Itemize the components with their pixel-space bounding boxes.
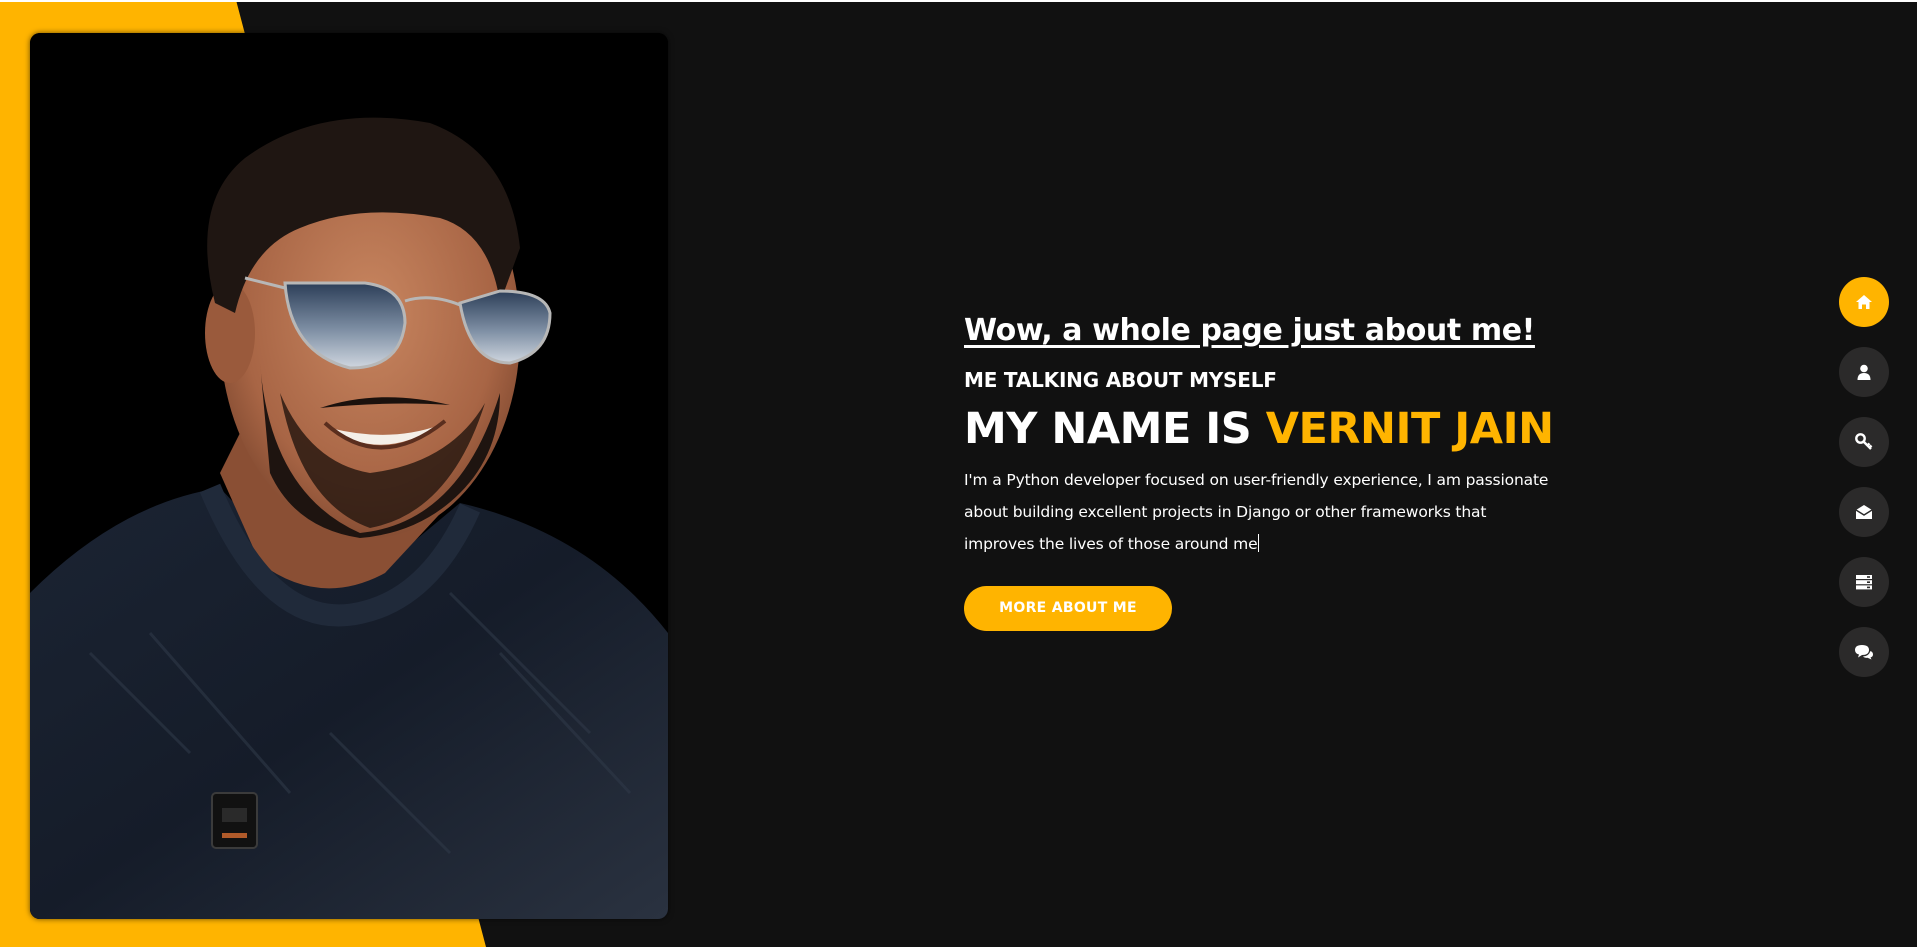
- hero-content: Wow, a whole page just about me! ME TALK…: [964, 310, 1564, 631]
- key-icon: [1855, 433, 1873, 450]
- name-heading: MY NAME IS VERNIT JAIN: [964, 400, 1564, 458]
- name-prefix: MY NAME IS: [964, 404, 1266, 454]
- nav-item-projects[interactable]: [1839, 557, 1889, 607]
- home-icon: [1856, 295, 1872, 309]
- portrait-illustration: [30, 33, 668, 919]
- server-icon: [1856, 575, 1872, 590]
- more-about-me-button[interactable]: MORE ABOUT ME: [964, 586, 1172, 631]
- side-nav: [1839, 277, 1889, 697]
- nav-item-contact[interactable]: [1839, 487, 1889, 537]
- name-highlight: VERNIT JAIN: [1265, 404, 1554, 454]
- profile-photo: [30, 33, 668, 919]
- nav-item-skills[interactable]: [1839, 417, 1889, 467]
- top-border-line: [0, 0, 1917, 2]
- page: Wow, a whole page just about me! ME TALK…: [0, 0, 1917, 947]
- nav-item-blog[interactable]: [1839, 627, 1889, 677]
- hero-subtitle: ME TALKING ABOUT MYSELF: [964, 368, 1277, 392]
- user-icon: [1857, 364, 1871, 380]
- text-caret: [1258, 534, 1260, 552]
- comments-icon: [1855, 645, 1873, 660]
- nav-item-about[interactable]: [1839, 347, 1889, 397]
- hero-tagline: Wow, a whole page just about me!: [964, 313, 1535, 348]
- envelope-open-icon: [1855, 505, 1873, 519]
- nav-item-home[interactable]: [1839, 277, 1889, 327]
- bio-text: I'm a Python developer focused on user-f…: [964, 464, 1554, 560]
- bio-text-content: I'm a Python developer focused on user-f…: [964, 471, 1549, 553]
